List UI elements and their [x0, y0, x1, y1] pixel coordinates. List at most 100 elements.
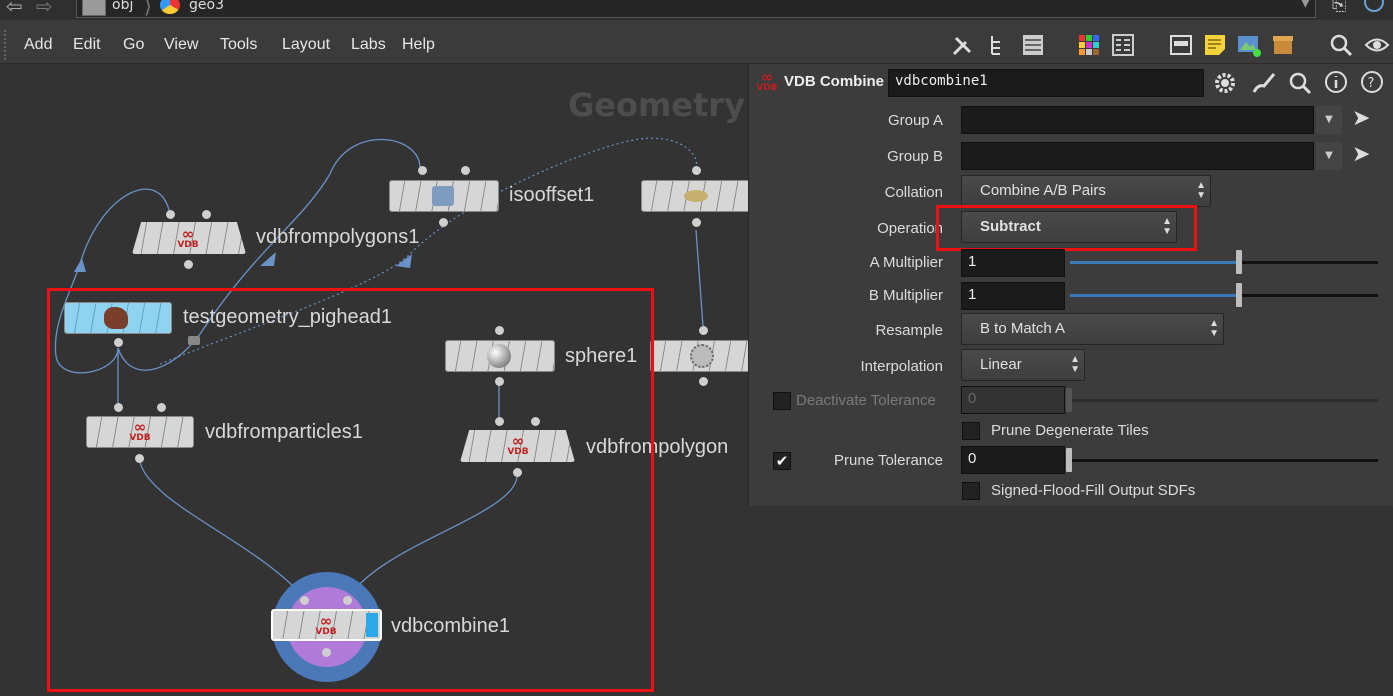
node-type-label: VDB Combine	[784, 73, 885, 90]
collation-value: Combine A/B Pairs	[980, 182, 1106, 199]
parameter-panel-empty	[748, 506, 1393, 696]
output-dot[interactable]	[699, 377, 708, 386]
deactivate-tolerance-slider[interactable]	[1070, 399, 1378, 402]
menu-edit[interactable]: Edit	[73, 36, 101, 54]
node-label: isooffset1	[509, 184, 595, 206]
b-multiplier-slider-handle[interactable]	[1236, 283, 1242, 307]
group-a-field[interactable]	[961, 106, 1314, 134]
search-icon[interactable]	[1287, 70, 1315, 96]
highlight-box-nodes	[47, 288, 654, 692]
deactivate-tolerance-label: Deactivate Tolerance	[796, 392, 936, 409]
menu-tools[interactable]: Tools	[220, 36, 257, 54]
menu-layout[interactable]: Layout	[282, 36, 330, 54]
group-b-field[interactable]	[961, 142, 1314, 170]
node-name-field[interactable]: vdbcombine1	[888, 69, 1204, 97]
resample-value: B to Match A	[980, 320, 1066, 337]
brush-icon[interactable]	[1250, 70, 1278, 96]
search-icon[interactable]	[1328, 32, 1354, 58]
forward-arrow-icon[interactable]: ⇨	[36, 0, 53, 18]
shape-palette-icon[interactable]	[1110, 32, 1136, 58]
interpolation-value: Linear	[980, 356, 1022, 373]
group-a-select-icon[interactable]: ➤	[1352, 106, 1370, 131]
menu-help[interactable]: Help	[402, 36, 435, 54]
asset-icon[interactable]	[1270, 32, 1296, 58]
deactivate-tolerance-slider-handle[interactable]	[1066, 388, 1072, 412]
input-dot[interactable]	[166, 210, 175, 219]
input-dot[interactable]	[202, 210, 211, 219]
prune-tolerance-field[interactable]: 0	[961, 446, 1065, 474]
input-dot[interactable]	[699, 326, 708, 335]
a-multiplier-label: A Multiplier	[869, 254, 943, 271]
prune-tolerance-slider-handle[interactable]	[1066, 448, 1072, 472]
path-bar: ⇦ ⇨ obj ⟩ geo3 ▼ ⎘	[0, 0, 1393, 20]
group-b-label: Group B	[887, 148, 943, 165]
prune-tolerance-slider[interactable]	[1070, 459, 1378, 462]
menu-grip	[4, 30, 9, 60]
menu-view[interactable]: View	[164, 36, 198, 54]
tools-icon[interactable]	[950, 32, 976, 58]
breadcrumb-separator: ⟩	[144, 0, 152, 18]
color-palette-icon[interactable]	[1076, 32, 1102, 58]
path-field[interactable]	[76, 0, 1316, 18]
info-icon[interactable]	[1323, 69, 1349, 95]
output-dot[interactable]	[439, 218, 448, 227]
path-dropdown-icon[interactable]: ▼	[1300, 0, 1311, 10]
node-icon	[684, 190, 708, 202]
input-dot[interactable]	[692, 166, 701, 175]
back-arrow-icon[interactable]: ⇦	[6, 0, 23, 18]
breadcrumb-geo3[interactable]: geo3	[189, 0, 224, 13]
signed-flood-fill-checkbox[interactable]	[962, 482, 980, 500]
link-icon[interactable]	[1364, 0, 1384, 12]
highlight-box-operation	[936, 205, 1197, 251]
deactivate-tolerance-checkbox[interactable]	[773, 392, 791, 410]
network-box-icon[interactable]	[1168, 32, 1194, 58]
resample-dropdown[interactable]: B to Match A ▲ ▼	[961, 313, 1224, 345]
signed-flood-fill-label: Signed-Flood-Fill Output SDFs	[991, 482, 1196, 499]
collation-dropdown[interactable]: Combine A/B Pairs ▲ ▼	[961, 175, 1211, 207]
node-icon	[690, 344, 714, 368]
pin-icon[interactable]: ⎘	[1332, 0, 1346, 15]
breadcrumb-obj[interactable]: obj	[112, 0, 133, 13]
menu-labs[interactable]: Labs	[351, 36, 386, 54]
obj-network-icon	[82, 0, 106, 16]
updown-arrows-icon: ▲ ▼	[1070, 354, 1080, 375]
updown-arrows-icon: ▲ ▼	[1209, 318, 1219, 339]
a-multiplier-slider-handle[interactable]	[1236, 250, 1242, 274]
prune-tolerance-label: Prune Tolerance	[834, 452, 943, 469]
group-a-menu-icon[interactable]: ▼	[1316, 106, 1342, 134]
gear-icon[interactable]	[1212, 70, 1240, 96]
display-options-icon[interactable]	[1364, 32, 1390, 58]
deactivate-tolerance-field[interactable]: 0	[961, 386, 1065, 414]
prune-degenerate-label: Prune Degenerate Tiles	[991, 422, 1149, 439]
background-image-icon[interactable]	[1236, 32, 1262, 58]
vdb-icon: ∞ VDB	[177, 225, 199, 250]
operation-label: Operation	[877, 220, 943, 237]
input-dot[interactable]	[418, 166, 427, 175]
b-multiplier-field[interactable]: 1	[961, 282, 1065, 310]
updown-arrows-icon: ▲ ▼	[1196, 180, 1206, 201]
isooffset-icon	[432, 186, 454, 206]
interpolation-dropdown[interactable]: Linear ▲ ▼	[961, 349, 1085, 381]
a-multiplier-slider-fill	[1070, 261, 1238, 264]
group-a-label: Group A	[887, 112, 943, 129]
collation-label: Collation	[884, 184, 943, 201]
node-label: vdbfrompolygons1	[256, 226, 420, 248]
group-b-menu-icon[interactable]: ▼	[1316, 142, 1342, 170]
output-dot[interactable]	[692, 218, 701, 227]
tree-view-icon[interactable]	[986, 32, 1012, 58]
list-view-icon[interactable]	[1020, 32, 1046, 58]
interpolation-label: Interpolation	[860, 358, 943, 375]
output-dot[interactable]	[184, 260, 193, 269]
a-multiplier-field[interactable]: 1	[961, 249, 1065, 277]
help-icon[interactable]: ?	[1359, 69, 1385, 95]
menu-go[interactable]: Go	[123, 36, 144, 54]
vdb-combine-icon: ∞ VDB	[756, 68, 778, 93]
menu-add[interactable]: Add	[24, 36, 52, 54]
prune-degenerate-checkbox[interactable]	[962, 422, 980, 440]
b-multiplier-label: B Multiplier	[868, 287, 943, 304]
b-multiplier-slider-fill	[1070, 294, 1238, 297]
sticky-note-icon[interactable]	[1202, 32, 1228, 58]
svg-text:?: ?	[1368, 76, 1375, 91]
input-dot[interactable]	[461, 166, 470, 175]
group-b-select-icon[interactable]: ➤	[1352, 142, 1370, 167]
